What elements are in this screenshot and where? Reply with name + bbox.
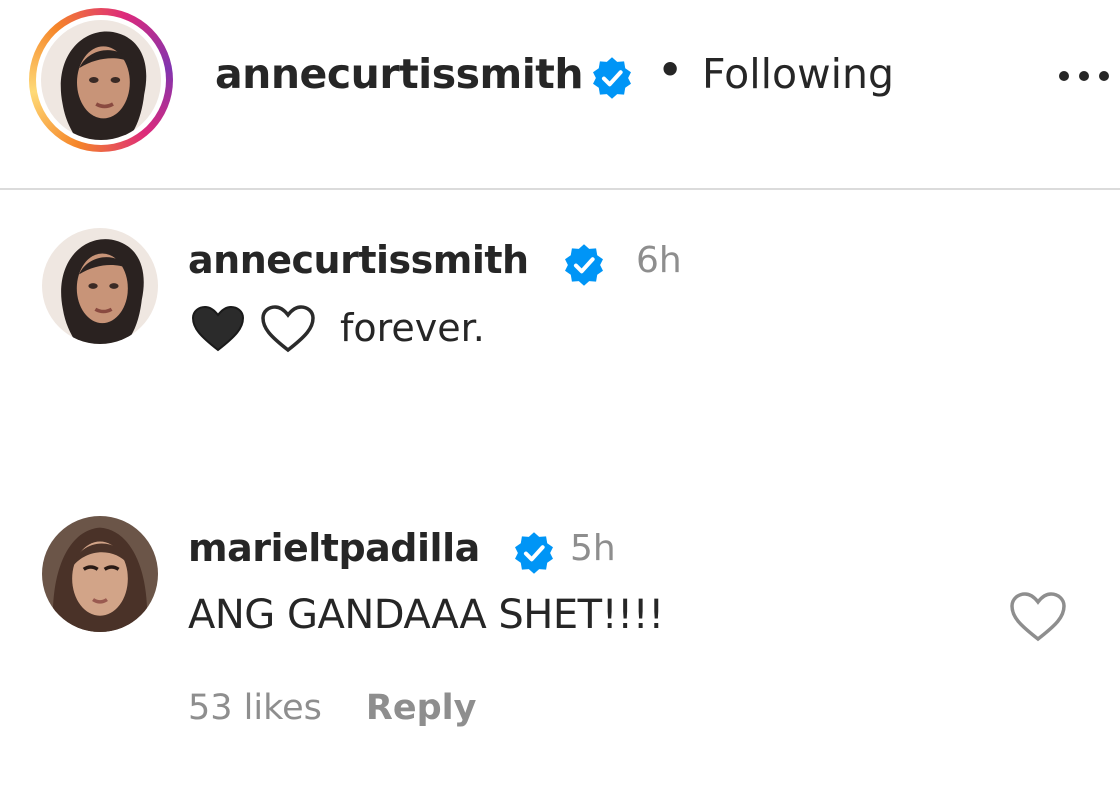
comment-username[interactable]: marieltpadilla xyxy=(188,526,480,570)
verified-badge-icon xyxy=(511,530,557,576)
reply-button[interactable]: Reply xyxy=(366,688,477,728)
header-username[interactable]: annecurtissmith xyxy=(215,50,584,98)
comment-avatar[interactable] xyxy=(42,516,158,632)
comment-username[interactable]: annecurtissmith xyxy=(188,238,529,282)
comment-text: ANG GANDAAA SHET!!!! xyxy=(188,592,664,638)
more-horizontal-icon[interactable] xyxy=(1054,66,1114,86)
comment-text: forever. xyxy=(340,306,485,350)
likes-count[interactable]: 53 likes xyxy=(188,688,322,728)
post-header: annecurtissmith • Following xyxy=(0,0,1120,190)
story-ring[interactable] xyxy=(29,8,173,152)
comment-avatar[interactable] xyxy=(42,228,158,344)
comment-timestamp: 6h xyxy=(636,240,682,281)
comment-meta: 53 likes Reply xyxy=(188,688,476,728)
black-heart-icon xyxy=(190,304,246,354)
verified-badge-icon xyxy=(561,242,607,288)
white-heart-icon xyxy=(260,304,316,354)
comment-item: annecurtissmith 6h forever. xyxy=(0,228,1120,358)
heart-outline-icon[interactable] xyxy=(1008,590,1068,644)
header-avatar[interactable] xyxy=(41,20,161,140)
separator-dot: • xyxy=(658,48,683,92)
following-button[interactable]: Following xyxy=(702,50,894,98)
comment-item: marieltpadilla 5h ANG GANDAAA SHET!!!! 5… xyxy=(0,516,1120,746)
verified-badge-icon xyxy=(589,55,635,101)
instagram-post-comments: annecurtissmith • Following annecurtissm… xyxy=(0,0,1120,809)
comment-timestamp: 5h xyxy=(570,528,616,569)
